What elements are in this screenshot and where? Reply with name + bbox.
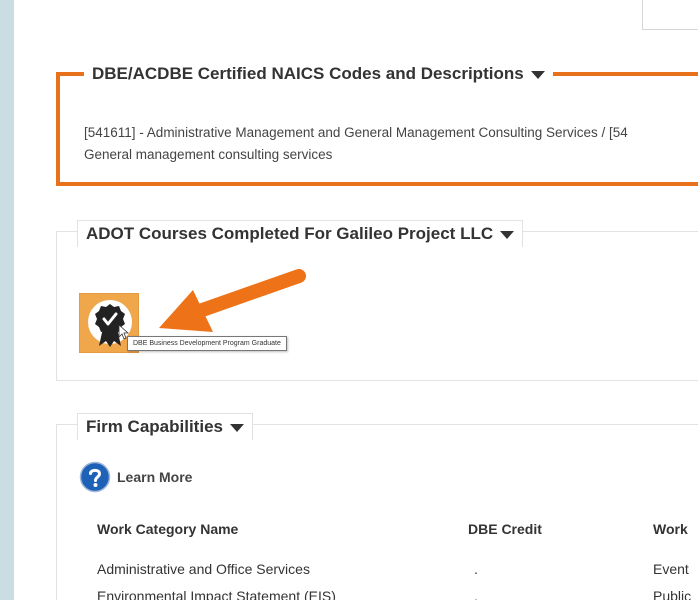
column-header-work-category: Work Category Name: [97, 521, 239, 537]
table-row-1-credit: .: [474, 561, 478, 577]
top-right-box: ·: [642, 0, 698, 30]
table-row-2-work: Public: [653, 588, 692, 600]
column-header-work: Work: [653, 521, 688, 537]
learn-more-label: Learn More: [117, 469, 193, 485]
column-header-dbe-credit: DBE Credit: [468, 521, 542, 537]
caret-down-icon[interactable]: [500, 231, 515, 239]
page-content: · DBE/ACDBE Certified NAICS Codes and De…: [14, 0, 698, 600]
firm-section-toggle[interactable]: Firm Capabilities: [77, 413, 253, 440]
orange-arrow-icon: [159, 269, 306, 332]
naics-line-2: General management consulting services: [84, 147, 333, 162]
table-row-1-category: Administrative and Office Services: [97, 561, 310, 577]
table-row-1-work: Event: [653, 561, 689, 577]
learn-more-link[interactable]: Learn More: [79, 461, 192, 493]
naics-description: [541611] - Administrative Management and…: [84, 122, 698, 166]
caret-down-icon[interactable]: [229, 424, 244, 432]
adot-courses-section: ADOT Courses Completed For Galileo Proje…: [56, 220, 698, 381]
adot-section-toggle[interactable]: ADOT Courses Completed For Galileo Proje…: [77, 220, 524, 247]
question-help-icon[interactable]: [79, 461, 111, 493]
naics-section-title: DBE/ACDBE Certified NAICS Codes and Desc…: [92, 64, 524, 83]
caret-down-icon[interactable]: [530, 71, 545, 79]
naics-line-1: [541611] - Administrative Management and…: [84, 125, 628, 140]
firm-section-title: Firm Capabilities: [86, 417, 223, 436]
naics-section: DBE/ACDBE Certified NAICS Codes and Desc…: [56, 62, 698, 186]
badge-tooltip: DBE Business Development Program Graduat…: [127, 336, 287, 351]
adot-section-title: ADOT Courses Completed For Galileo Proje…: [86, 224, 494, 243]
firm-capabilities-section: Firm Capabilities Learn More Work Catego…: [56, 413, 698, 600]
table-row-2-category: Environmental Impact Statement (EIS): [97, 588, 336, 600]
table-row-2-credit: .: [474, 588, 478, 600]
naics-section-toggle[interactable]: DBE/ACDBE Certified NAICS Codes and Desc…: [84, 62, 553, 86]
